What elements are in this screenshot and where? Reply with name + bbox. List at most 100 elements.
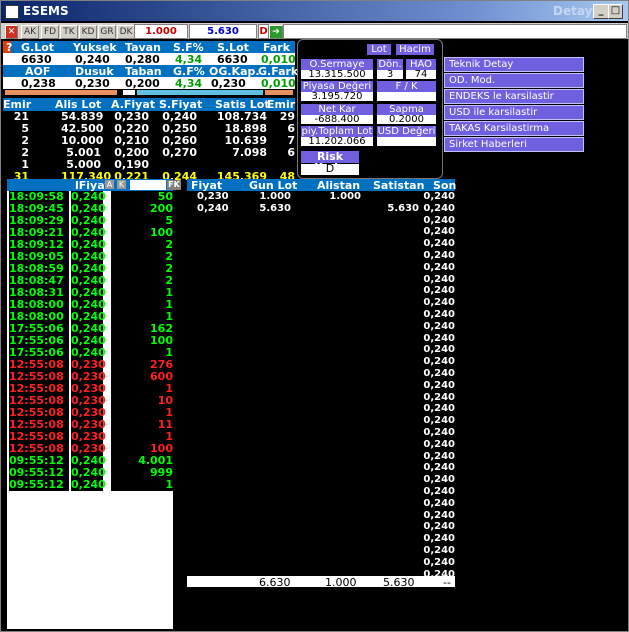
- send-order-icon[interactable]: ➔: [269, 25, 283, 39]
- donem-value: 3: [377, 70, 403, 80]
- trade-lot: 999: [111, 467, 173, 479]
- close-order-icon[interactable]: ✕: [5, 25, 18, 39]
- risk-value: D: [301, 163, 359, 175]
- son-cell: 0,240: [423, 368, 455, 379]
- summary1-values: 6630 0,240 0,280 4,34 6630 0,010: [3, 53, 296, 66]
- son-cell: 0,240: [423, 438, 455, 450]
- son-cell: 0,240: [423, 450, 455, 462]
- son-cell: 0,240: [423, 497, 455, 509]
- dist-header: Fiyat Gun Lot Alistan Satistan Son: [187, 179, 456, 192]
- dist-cell: [321, 203, 361, 215]
- trade-lot: 10: [111, 395, 173, 407]
- window-title: ESEMS: [23, 4, 69, 18]
- hacim-button[interactable]: Hacim: [396, 44, 434, 55]
- total-satistan: 5.630: [383, 576, 415, 589]
- price-input[interactable]: 5.630: [189, 24, 257, 39]
- son-cell: 0,240: [423, 344, 455, 356]
- sell-ratio-end: [265, 90, 293, 95]
- tool-ak-button[interactable]: AK: [21, 25, 39, 39]
- trade-lot: 100: [111, 335, 173, 347]
- son-cell: 0,240: [423, 238, 455, 250]
- quantity-input[interactable]: 1.000: [134, 24, 188, 39]
- title-bar[interactable]: ESEMS Detay _ □: [1, 1, 628, 21]
- trade-price: 0,240: [71, 478, 106, 491]
- fk-label: F / K: [377, 81, 436, 92]
- lot-button[interactable]: Lot: [367, 44, 391, 55]
- sermaye-value: 13.315.500: [301, 70, 373, 80]
- dist-cell: 5.630: [387, 203, 419, 214]
- maximize-button[interactable]: □: [608, 4, 623, 19]
- order-message-field[interactable]: [283, 24, 627, 39]
- sell-ratio-fill: [137, 90, 263, 95]
- trade-lot: 2: [111, 239, 173, 251]
- summary2-header: AOF Dusuk Taban G.F% OG.Kap. G.Fark: [3, 65, 298, 78]
- trades-fk-button[interactable]: FK: [167, 180, 181, 190]
- son-cell: 0,240: [423, 332, 455, 344]
- trade-lot: 2: [111, 251, 173, 263]
- ratio-arrow-icon: [123, 90, 135, 95]
- son-cell: 0,240: [423, 226, 455, 238]
- son-cell: 0,240: [423, 320, 455, 332]
- dist-totals: 6.630 1.000 5.630 --: [187, 576, 455, 589]
- sapma-value: 0.2000: [377, 115, 436, 125]
- trades-a-button[interactable]: A: [105, 180, 114, 189]
- son-cell: 0,240: [423, 533, 455, 545]
- son-cell: 0,240: [423, 202, 455, 214]
- fk-value: [377, 92, 436, 101]
- trade-lot: 100: [111, 227, 173, 239]
- trade-lot: 2: [111, 275, 173, 287]
- menu-takas[interactable]: TAKAS Karsilastirma: [444, 121, 584, 136]
- detail-title: Detay: [553, 4, 593, 18]
- hao-value: 74: [406, 70, 436, 80]
- son-cell: 0,240: [423, 250, 455, 261]
- minimize-button[interactable]: _: [593, 4, 609, 19]
- menu-od-mod[interactable]: OD. Mod.: [444, 73, 584, 88]
- son-cell: 0,240: [423, 545, 455, 556]
- trade-lot: 600: [111, 371, 173, 383]
- trades-filter-input[interactable]: [130, 180, 166, 190]
- dist-cell: 1.000: [259, 191, 291, 202]
- menu-teknik-detay[interactable]: Teknik Detay: [444, 57, 584, 72]
- total-gunlot: 6.630: [259, 576, 291, 589]
- trade-time: 09:55:12: [9, 479, 69, 491]
- son-cell: 0,240: [423, 403, 455, 415]
- depth-row-cell: 6: [287, 146, 295, 159]
- trade-lot: 1: [111, 287, 173, 299]
- tool-kd-button[interactable]: KD: [79, 25, 97, 39]
- tool-tk-button[interactable]: TK: [60, 25, 78, 39]
- buy-ratio-fill: [5, 90, 117, 95]
- son-cell: 0,240: [423, 285, 455, 297]
- dist-cell: 0,230: [197, 191, 229, 202]
- side-indicator[interactable]: D: [258, 24, 269, 39]
- usd-value: [377, 137, 436, 146]
- depth-row-cell: 7.098: [232, 146, 267, 159]
- app-icon: [5, 5, 19, 19]
- tool-dk-button[interactable]: DK: [117, 25, 135, 39]
- trades-k-button[interactable]: K: [117, 180, 126, 189]
- son-cell: 0,240: [423, 415, 455, 427]
- menu-endeks[interactable]: ENDEKS le karsilastir: [444, 89, 584, 104]
- summary2-values: 0,238 0,230 0,200 4,34 0,230 0,010: [3, 77, 296, 90]
- son-cell: 0,240: [423, 309, 455, 320]
- menu-sirket-haberleri[interactable]: Sirket Haberleri: [444, 137, 584, 152]
- trade-lot: 11: [111, 419, 173, 431]
- toolbar: ✕ AK FD TK KD GR DK 1.000 5.630 D ➔: [1, 23, 628, 39]
- menu-usd[interactable]: USD ile karsilastir: [444, 105, 584, 120]
- tool-gr-button[interactable]: GR: [98, 25, 116, 39]
- trade-lot: 2: [111, 263, 173, 275]
- piyasa-value: 3.195.720: [301, 92, 373, 102]
- total-son: --: [443, 576, 451, 589]
- son-cell: 0,240: [423, 273, 455, 285]
- son-cell: 0,240: [423, 214, 455, 226]
- usd-label: USD Değeri: [377, 126, 436, 137]
- depth-row-cell: 0,270: [162, 146, 197, 159]
- app-window: ESEMS Detay _ □ X ✕ AK FD TK KD GR DK 1.…: [0, 0, 629, 632]
- son-cell: 0,240: [423, 356, 455, 368]
- trade-lot: 1: [111, 479, 173, 491]
- tool-fd-button[interactable]: FD: [41, 25, 59, 39]
- son-cell: 0,240: [423, 427, 455, 438]
- son-cell: 0,240: [423, 521, 455, 533]
- son-cell: 0,240: [423, 556, 455, 568]
- dist-cell: 1.000: [329, 191, 361, 202]
- dist-cell: 5.630: [259, 203, 291, 214]
